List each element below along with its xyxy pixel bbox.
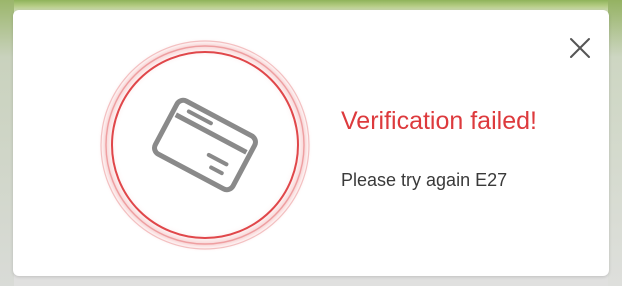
dialog-message: Please try again E27 [341, 170, 508, 190]
backdrop-left [0, 0, 14, 286]
dialog-title: Verification failed! [341, 107, 537, 135]
status-icon [95, 35, 315, 255]
backdrop-right [608, 0, 622, 286]
icon-halo [97, 37, 313, 253]
verification-dialog: Verification failed! Please try again E2… [13, 10, 609, 276]
close-button[interactable] [566, 34, 594, 62]
close-icon [570, 38, 590, 58]
